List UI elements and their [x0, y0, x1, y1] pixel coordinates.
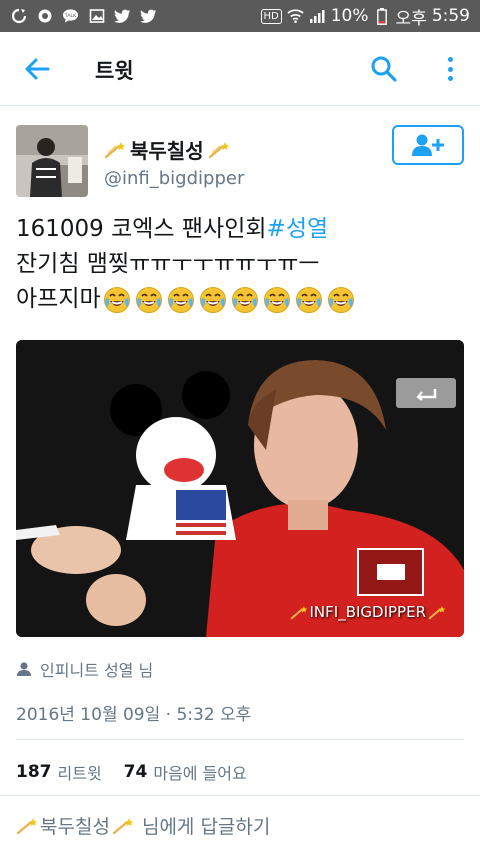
arrow-left-icon — [25, 58, 50, 80]
status-bar: TALK HD 10% 오후 5:59 — [0, 0, 480, 32]
add-user-icon — [412, 134, 444, 156]
page-title: 트윗 — [95, 59, 134, 83]
crying-laughing-emoji-icon — [135, 286, 162, 313]
display-name[interactable]: 북두칠성 — [104, 135, 230, 164]
more-options-button[interactable] — [440, 54, 460, 84]
replay-button[interactable] — [396, 378, 456, 408]
tagged-user-text: 인피니트 성열 님 — [40, 661, 154, 680]
battery-percent: 10% — [330, 6, 369, 26]
tweet-line-1: 161009 코엑스 팬사인회 #성열 — [16, 212, 466, 247]
tweet-timestamp: 2016년 10월 09일 · 5:32 오후 — [16, 705, 252, 725]
hd-badge: HD — [260, 8, 282, 24]
notification-icons: TALK — [10, 8, 157, 25]
return-arrow-icon — [416, 389, 437, 401]
tweet-text: 161009 코엑스 팬사인회 #성열 잔기침 맴찢ㅠㅠㅜㅜㅠㅠㅜㅠㅡ 아프지마 — [16, 212, 466, 317]
twitter-icon — [114, 8, 131, 25]
crying-laughing-emoji-icon — [231, 286, 258, 313]
dot-icon — [447, 76, 453, 81]
reply-suffix: 님에게 답글하기 — [135, 816, 271, 838]
search-icon — [371, 56, 397, 82]
reply-bar[interactable]: 북두칠성 님에게 답글하기 — [0, 795, 480, 853]
twitter-icon — [140, 8, 157, 25]
battery-icon — [374, 7, 391, 25]
tweet-media[interactable]: INFI_BIGDIPPER — [16, 340, 464, 637]
circle-icon — [36, 8, 53, 25]
dot-icon — [447, 66, 453, 72]
search-button[interactable] — [370, 55, 398, 83]
emoji-row — [103, 286, 355, 314]
crying-laughing-emoji-icon — [103, 286, 130, 313]
wifi-icon — [287, 8, 304, 25]
watermark-text: INFI_BIGDIPPER — [309, 603, 427, 621]
video-thumbnail-box — [357, 548, 424, 596]
talk-icon: TALK — [62, 8, 79, 25]
dot-icon — [447, 57, 453, 62]
shooting-star-icon — [290, 605, 307, 619]
reply-prompt[interactable]: 북두칠성 님에게 답글하기 — [16, 812, 270, 839]
person-icon — [17, 662, 31, 676]
back-button[interactable] — [22, 56, 52, 82]
avatar[interactable] — [16, 125, 88, 197]
system-status: HD 10% 오후 5:59 — [260, 4, 470, 29]
tagged-user[interactable]: 인피니트 성열 님 — [16, 657, 153, 681]
sync-icon — [10, 8, 27, 25]
retweet-label[interactable]: 리트윗 — [58, 760, 102, 784]
crying-laughing-emoji-icon — [295, 286, 322, 313]
crying-laughing-emoji-icon — [199, 286, 226, 313]
frame-inner — [376, 564, 405, 580]
hashtag-link[interactable]: #성열 — [267, 212, 329, 247]
app-bar: 트윗 — [0, 32, 480, 106]
retweet-count[interactable]: 187 — [16, 762, 52, 782]
user-handle[interactable]: @infi_bigdipper — [104, 168, 244, 189]
tweet-line-3: 아프지마 — [16, 282, 466, 317]
display-name-text: 북두칠성 — [130, 139, 204, 163]
signal-icon — [309, 8, 326, 25]
shooting-star-icon — [104, 141, 125, 158]
crying-laughing-emoji-icon — [167, 286, 194, 313]
shooting-star-icon — [112, 817, 133, 834]
like-label[interactable]: 마음에 들어요 — [153, 760, 246, 784]
clock-time: 5:59 — [431, 6, 470, 26]
follow-button[interactable] — [392, 125, 464, 165]
shooting-star-icon — [16, 817, 37, 834]
reply-name: 북두칠성 — [40, 816, 110, 838]
image-icon — [88, 8, 105, 25]
divider — [16, 739, 464, 740]
tweet-line-2: 잔기침 맴찢ㅠㅠㅜㅜㅠㅠㅜㅠㅡ — [16, 251, 320, 277]
shooting-star-icon — [428, 605, 446, 619]
shooting-star-icon — [208, 141, 229, 158]
svg-text:TALK: TALK — [64, 13, 77, 19]
ampm-label: 오후 — [395, 8, 427, 29]
crying-laughing-emoji-icon — [263, 286, 290, 313]
media-watermark: INFI_BIGDIPPER — [290, 603, 447, 621]
tweet-text-plain: 161009 코엑스 팬사인회 — [16, 216, 267, 242]
like-count[interactable]: 74 — [124, 762, 148, 782]
tweet-stats: 187 리트윗 74 마음에 들어요 — [16, 760, 247, 784]
crying-laughing-emoji-icon — [327, 286, 354, 313]
tweet-text-line3: 아프지마 — [16, 286, 101, 312]
